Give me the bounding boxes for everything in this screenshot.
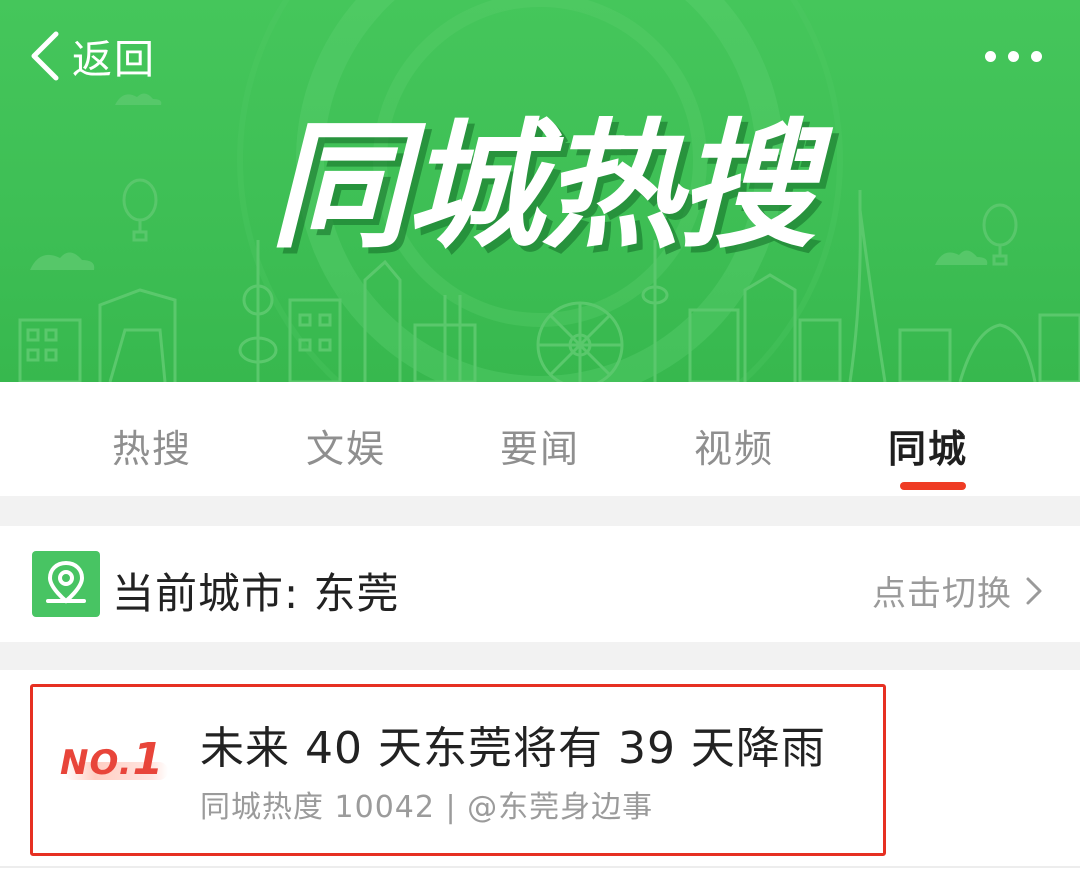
tab-video[interactable]: 视频 — [654, 382, 814, 496]
active-tab-indicator — [900, 482, 966, 490]
tab-entertainment[interactable]: 文娱 — [266, 382, 426, 496]
item-title: 未来 40 天东莞将有 39 天降雨 — [200, 723, 826, 774]
more-dot-icon — [1007, 50, 1019, 62]
switch-city-label: 点击切换 — [872, 574, 1012, 614]
tab-label: 文娱 — [305, 427, 386, 471]
rank-prefix: NO. — [60, 743, 133, 783]
tab-label: 视频 — [693, 427, 774, 471]
section-divider — [0, 496, 1080, 526]
back-label: 返回 — [72, 37, 156, 83]
item-meta: 同城热度 10042 | @东莞身边事 — [200, 790, 654, 825]
switch-city-button[interactable]: 点击切换 — [872, 566, 1044, 615]
list-item[interactable]: NO.1 未来 40 天东莞将有 39 天降雨 同城热度 10042 | @东莞… — [0, 670, 1080, 880]
hot-search-page: 返回 同城热搜 热搜 文娱 要闻 视频 同城 当前城市: 东莞 点击切换 NO.… — [0, 0, 1080, 880]
more-options-button[interactable] — [968, 36, 1058, 76]
chevron-left-icon — [31, 31, 59, 81]
row-divider — [0, 866, 1080, 868]
rank-number: 1 — [132, 734, 165, 785]
tab-label: 要闻 — [499, 427, 580, 471]
tab-hot-search[interactable]: 热搜 — [72, 382, 232, 496]
more-dot-icon — [1030, 50, 1042, 62]
more-dot-icon — [984, 50, 996, 62]
rank-badge: NO.1 — [58, 732, 168, 792]
current-city-label: 当前城市: 东莞 — [112, 569, 400, 618]
location-pin-icon — [32, 551, 100, 617]
tab-news[interactable]: 要闻 — [460, 382, 620, 496]
banner: 返回 同城热搜 — [0, 0, 1080, 382]
back-button[interactable]: 返回 — [26, 26, 156, 86]
banner-title-text: 同城热搜 — [270, 106, 816, 267]
tab-label: 热搜 — [111, 427, 192, 471]
banner-title: 同城热搜 — [240, 100, 860, 270]
chevron-right-icon — [1026, 577, 1042, 604]
section-divider — [0, 642, 1080, 670]
tab-local[interactable]: 同城 — [848, 382, 1008, 496]
rank-text: NO.1 — [60, 734, 164, 785]
category-tabs: 热搜 文娱 要闻 视频 同城 — [0, 382, 1080, 496]
current-city-row: 当前城市: 东莞 点击切换 — [0, 526, 1080, 642]
